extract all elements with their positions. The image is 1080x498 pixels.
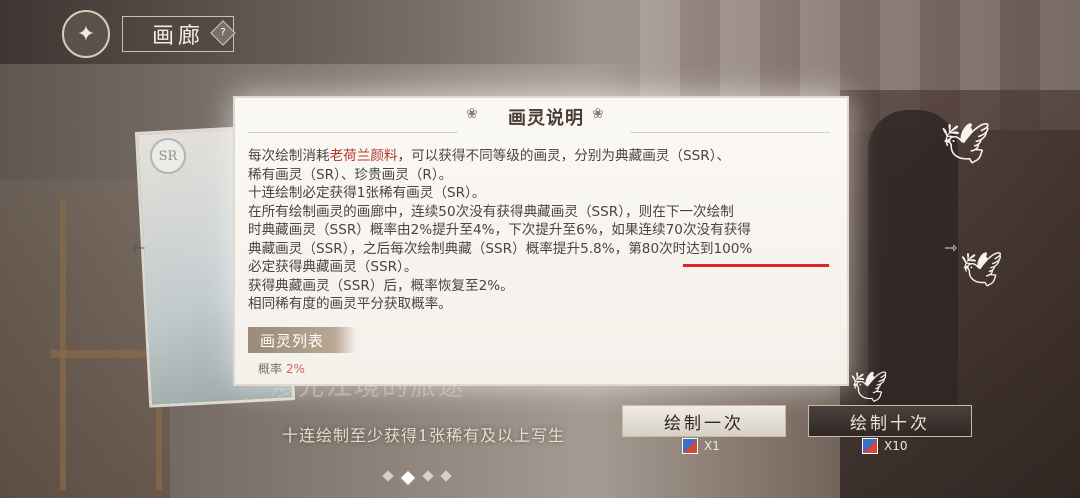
description-line: 在所有绘制画灵的画廊中，连续50次没有获得典藏画灵（SSR），则在下一次绘制 bbox=[248, 203, 734, 220]
ten-draw-hint: 十连绘制至少获得1张稀有及以上写生 bbox=[282, 426, 566, 445]
page-dot-active[interactable] bbox=[399, 469, 417, 487]
previous-arrow-icon[interactable]: ⇽ bbox=[132, 238, 145, 257]
draw-once-button[interactable]: 绘制一次 bbox=[622, 405, 786, 437]
cost-value: X10 bbox=[884, 439, 908, 453]
description-line: 稀有画灵（SR）、珍贵画灵（R）。 bbox=[248, 166, 453, 183]
currency-name: 老荷兰颜料 bbox=[329, 148, 398, 164]
draw-ten-cost: X10 bbox=[862, 438, 908, 454]
annotation-underline bbox=[683, 264, 829, 267]
dialog-header: 画灵说明 bbox=[486, 103, 606, 131]
dove-icon: 🕊 bbox=[960, 250, 1004, 290]
dialog-title: 画灵说明 bbox=[508, 108, 584, 129]
header-divider bbox=[630, 132, 830, 133]
help-label: ? bbox=[220, 27, 226, 38]
dialog-description: 每次绘制消耗老荷兰颜料，可以获得不同等级的画灵，分别为典藏画灵（SSR）、 稀有… bbox=[248, 147, 838, 314]
next-arrow-icon[interactable]: ⇾ bbox=[944, 238, 957, 257]
description-line: 每次绘制消耗老荷兰颜料，可以获得不同等级的画灵，分别为典藏画灵（SSR）、 bbox=[248, 147, 838, 166]
text-fragment: ，可以获得不同等级的画灵，分别为典藏画灵（SSR）、 bbox=[397, 148, 731, 164]
probability-value: 2% bbox=[285, 362, 305, 376]
draw-once-cost: X1 bbox=[682, 438, 720, 454]
probability-label: 概率 bbox=[258, 362, 283, 376]
list-preview-row: 概率 2% bbox=[258, 360, 305, 377]
paint-icon bbox=[862, 438, 878, 454]
paint-icon bbox=[682, 438, 698, 454]
description-line: 获得典藏画灵（SSR）后，概率恢复至2%。 bbox=[248, 277, 514, 294]
description-line: 典藏画灵（SSR），之后每次绘制典藏（SSR）概率提升5.8%，第80次时达到1… bbox=[248, 240, 753, 257]
description-line: 相同稀有度的画灵平分获取概率。 bbox=[248, 296, 452, 312]
description-line: 必定获得典藏画灵（SSR）。 bbox=[248, 259, 418, 275]
rose-ornament-icon: ❀ bbox=[466, 106, 478, 122]
butterfly-icon[interactable]: ✦ bbox=[62, 10, 110, 58]
description-line: 时典藏画灵（SSR）概率由2%提升至4%，下次提升至6%，如果连续70次没有获得 bbox=[248, 222, 751, 238]
description-line: 十连绘制必定获得1张稀有画灵（SR）。 bbox=[248, 185, 486, 201]
text-fragment: 每次绘制消耗 bbox=[248, 148, 330, 164]
dove-icon: 🕊 bbox=[940, 121, 991, 167]
draw-ten-button[interactable]: 绘制十次 bbox=[808, 405, 972, 437]
page-dot[interactable] bbox=[440, 470, 452, 482]
page-dot[interactable] bbox=[422, 470, 434, 482]
header-divider bbox=[248, 132, 458, 133]
spirit-list-tab[interactable]: 画灵列表 bbox=[248, 327, 356, 353]
page-indicator bbox=[382, 469, 452, 487]
cost-value: X1 bbox=[704, 439, 720, 453]
page-dot[interactable] bbox=[382, 470, 394, 482]
